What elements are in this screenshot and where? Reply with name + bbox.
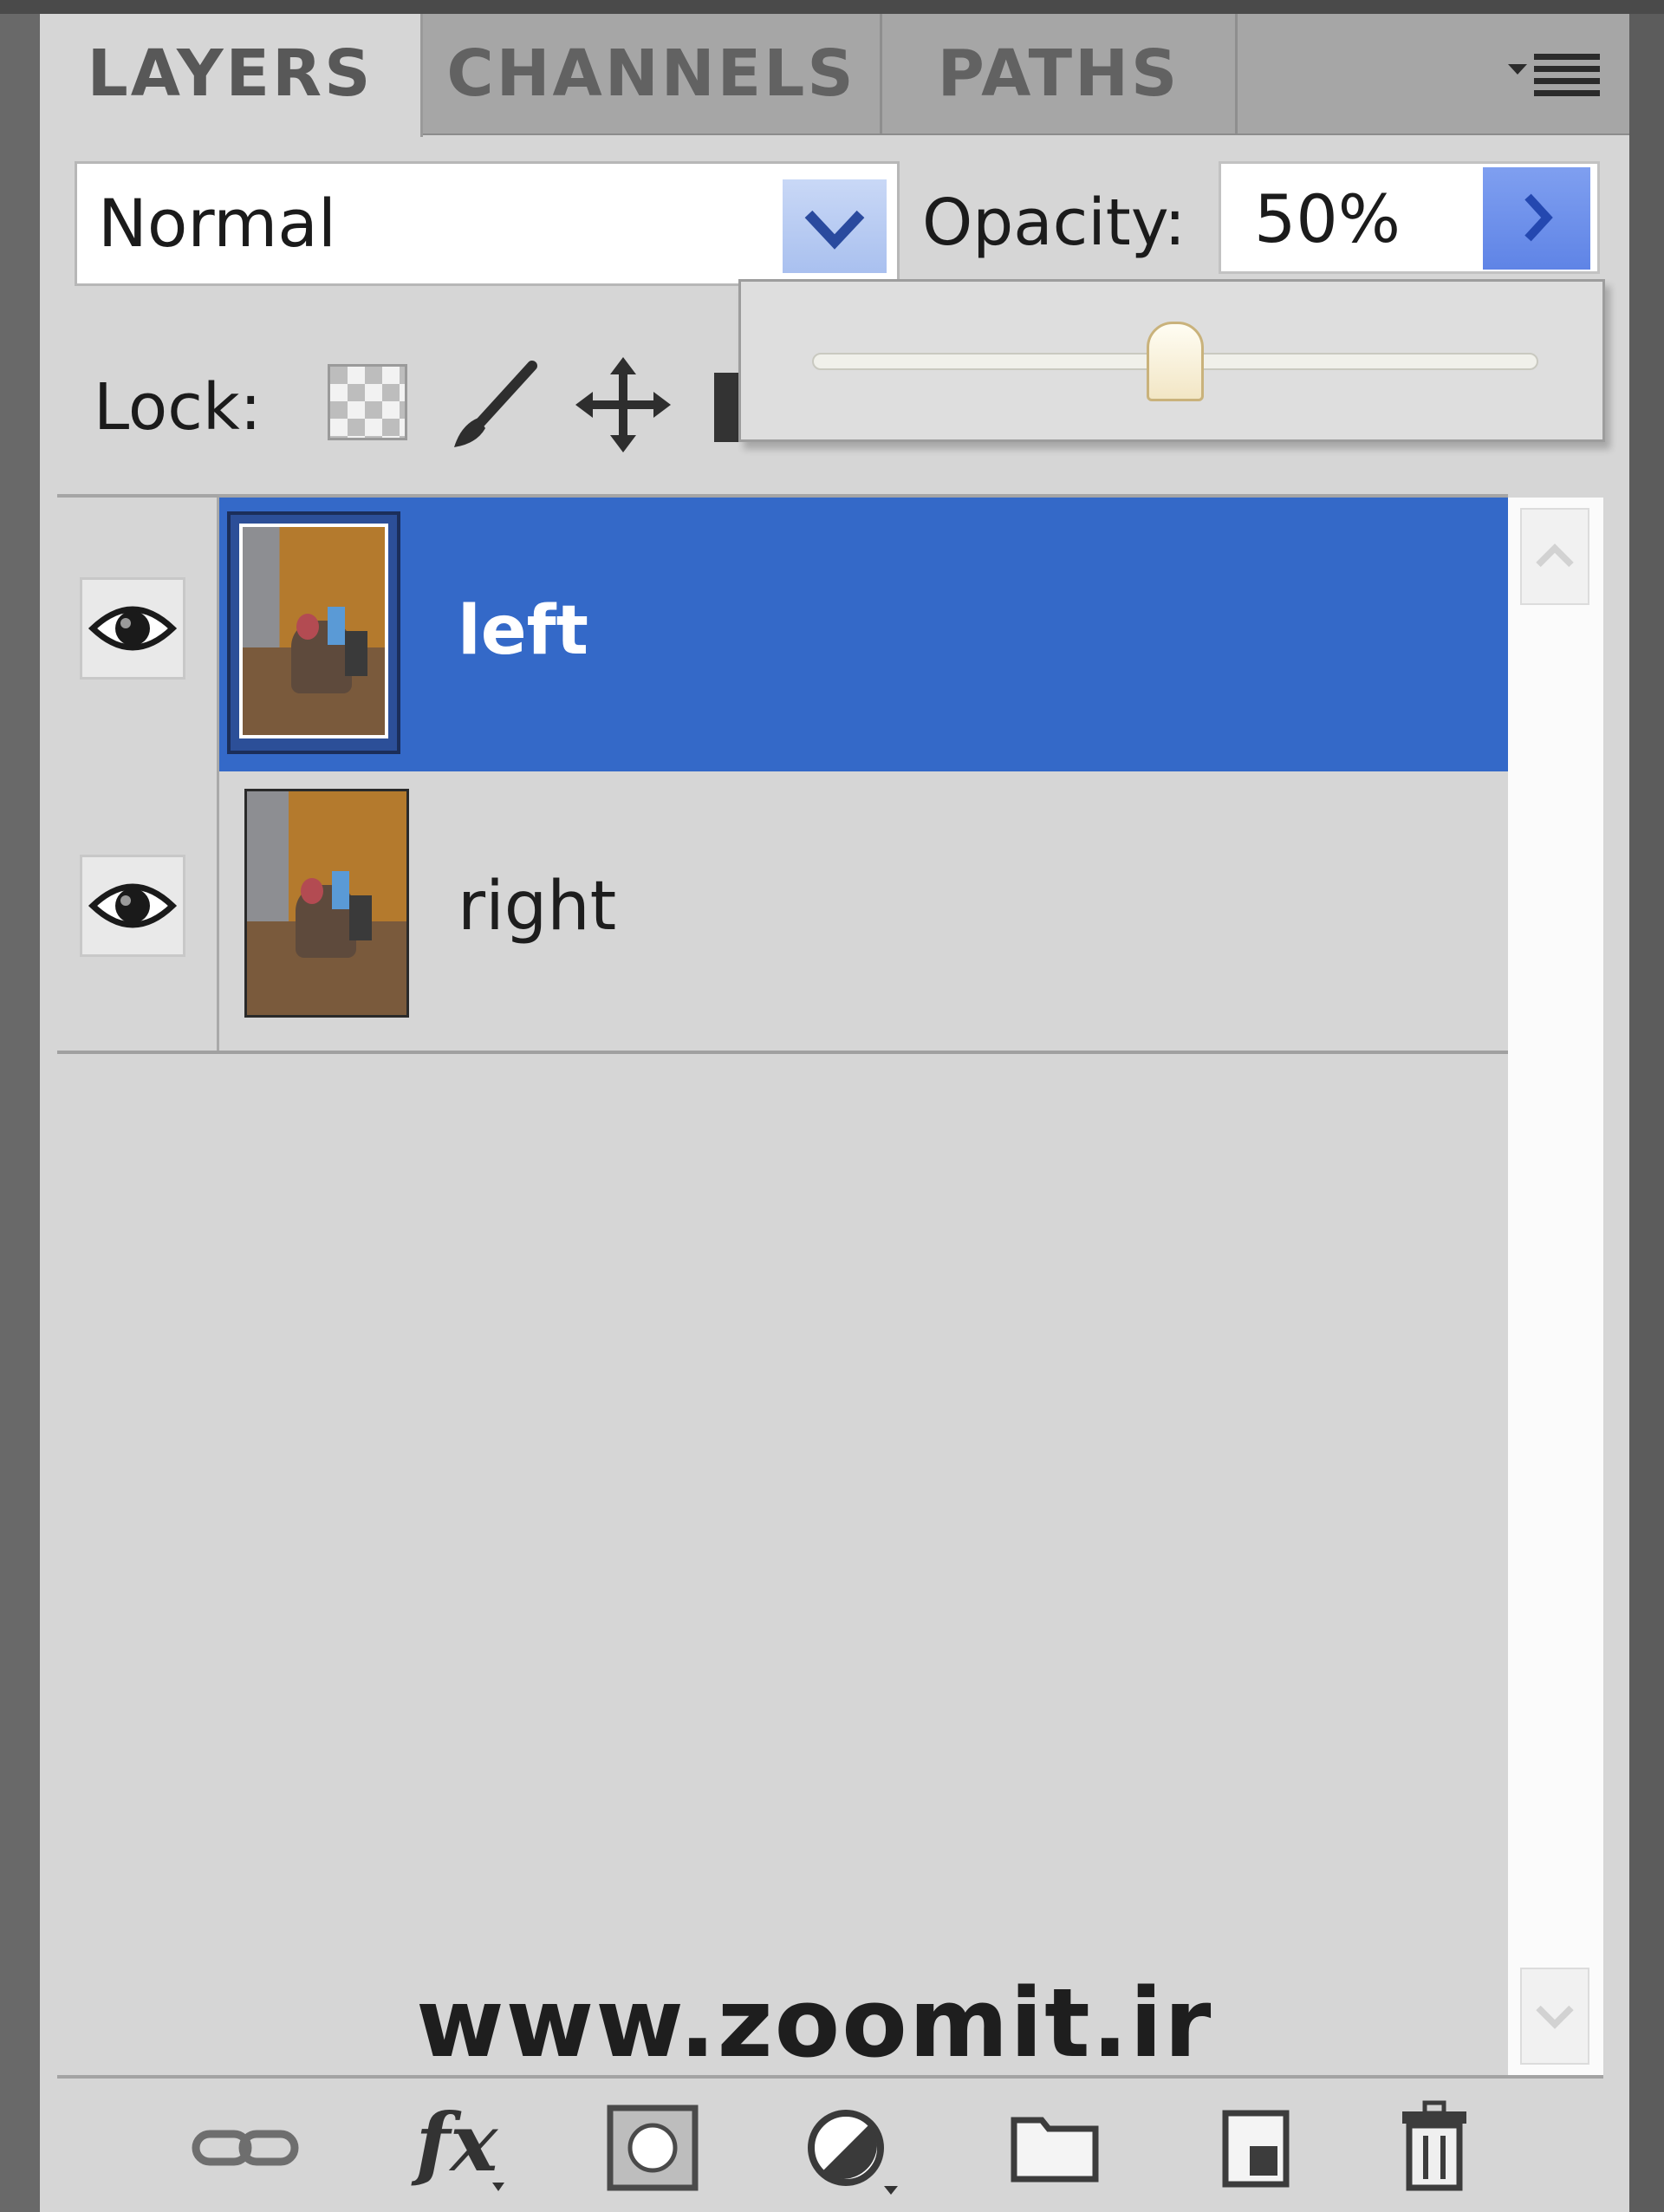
eye-icon (88, 883, 178, 928)
tab-channels[interactable]: CHANNELS (423, 14, 882, 133)
layer-name-left[interactable]: left (458, 588, 588, 674)
watermark-text: www.zoomit.ir (416, 1968, 1213, 2079)
lock-position-icon[interactable] (575, 357, 671, 452)
layer-thumbnail[interactable] (227, 511, 400, 754)
opacity-slider-toggle[interactable] (1483, 167, 1590, 270)
tab-channels-label: CHANNELS (446, 36, 856, 111)
layer-row-left[interactable]: left (57, 498, 1508, 771)
chevron-right-icon (1524, 193, 1553, 242)
blend-mode-select[interactable]: Normal (75, 161, 900, 286)
tab-paths[interactable]: PATHS (882, 14, 1238, 133)
opacity-label: Opacity: (922, 185, 1186, 260)
chevron-up-icon (1536, 543, 1574, 568)
opacity-input[interactable]: 50% (1219, 161, 1600, 274)
tab-layers[interactable]: LAYERS (40, 14, 423, 137)
layer-style-icon[interactable]: fx (400, 2096, 513, 2200)
opacity-slider-thumb[interactable] (1147, 322, 1204, 401)
opacity-value[interactable]: 50% (1254, 164, 1401, 275)
visibility-toggle[interactable] (80, 855, 185, 957)
scroll-down-button[interactable] (1520, 1968, 1589, 2065)
adjustment-layer-icon[interactable] (796, 2096, 908, 2200)
window-left-edge (0, 0, 40, 2212)
add-mask-icon[interactable] (596, 2096, 709, 2200)
trash-icon[interactable] (1378, 2096, 1491, 2200)
visibility-toggle[interactable] (80, 577, 185, 680)
layers-bottom-toolbar: fx (57, 2079, 1603, 2212)
chevron-down-icon[interactable] (783, 179, 887, 273)
opacity-slider-popup (738, 279, 1605, 442)
chevron-down-icon (1536, 2005, 1574, 2029)
link-layers-icon[interactable] (189, 2096, 302, 2200)
tab-layers-label: LAYERS (87, 36, 374, 111)
lock-transparent-pixels-icon[interactable] (328, 364, 407, 440)
lock-image-pixels-icon[interactable] (445, 357, 541, 452)
layer-thumbnail[interactable] (227, 782, 409, 1025)
blend-mode-value: Normal (98, 185, 336, 262)
window-right-edge (1629, 0, 1664, 2212)
scroll-up-button[interactable] (1520, 508, 1589, 605)
visibility-column (57, 771, 219, 1051)
panel-menu-icon[interactable] (1508, 49, 1603, 101)
visibility-column (57, 498, 219, 771)
new-layer-icon[interactable] (1199, 2096, 1312, 2200)
layers-list-divider (57, 1051, 1508, 1054)
layer-row-right[interactable]: right (57, 771, 1508, 1051)
tab-paths-label: PATHS (937, 36, 1180, 111)
folder-icon[interactable] (998, 2096, 1111, 2200)
layer-name-right[interactable]: right (458, 863, 616, 950)
lock-label: Lock: (94, 370, 262, 445)
window-top-edge (0, 0, 1664, 14)
layers-scrollbar[interactable] (1508, 498, 1603, 2075)
eye-icon (88, 606, 178, 651)
panel-tab-bar: LAYERS CHANNELS PATHS (40, 14, 1629, 137)
